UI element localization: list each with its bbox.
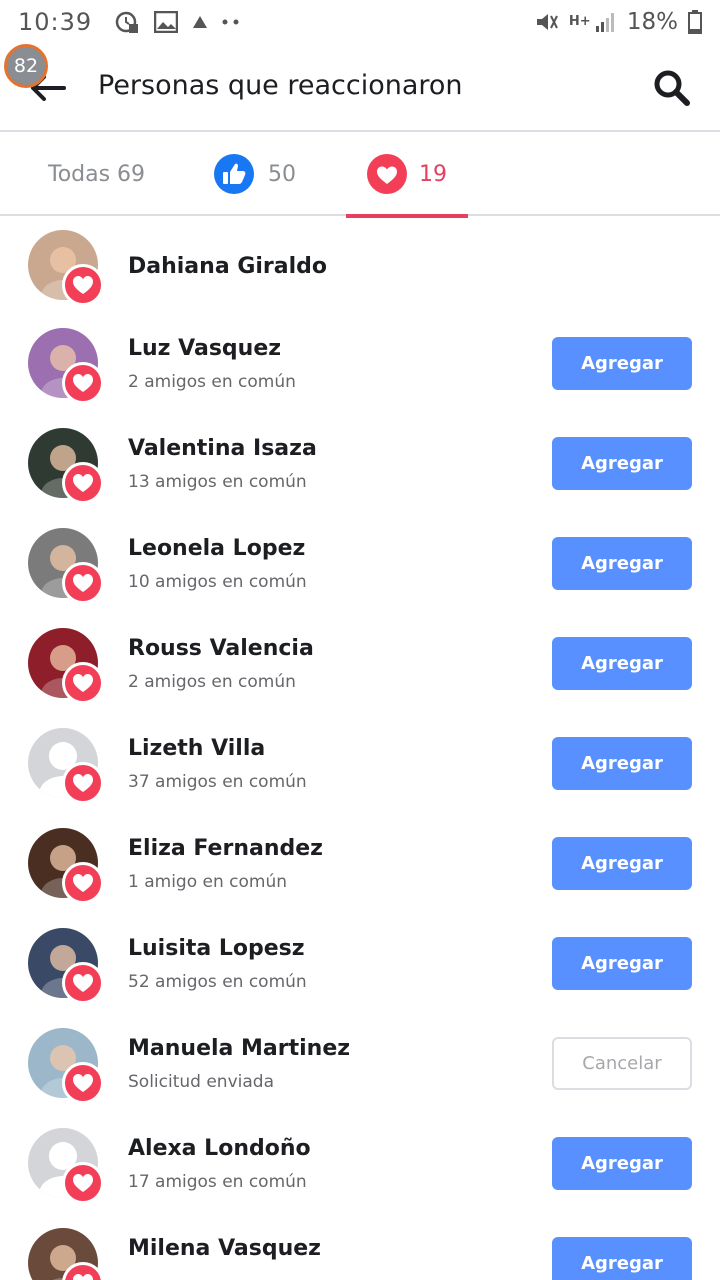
- add-friend-button[interactable]: Agregar: [552, 1137, 692, 1190]
- heart-icon: [73, 374, 93, 392]
- heart-icon: [73, 774, 93, 792]
- heart-icon: [73, 276, 93, 294]
- tab-love[interactable]: 19: [346, 132, 468, 218]
- mutual-friends-text: 2 amigos en común: [128, 672, 296, 692]
- heart-icon: [73, 474, 93, 492]
- heart-icon: [73, 1074, 93, 1092]
- tab-all-label: Todas 69: [48, 161, 146, 187]
- heart-icon: [73, 974, 93, 992]
- notification-count-badge[interactable]: 82: [4, 44, 48, 88]
- person-row[interactable]: Lizeth Villa 37 amigos en común Agregar: [0, 714, 720, 814]
- heart-icon: [73, 1174, 93, 1192]
- heart-icon: [73, 574, 93, 592]
- love-reaction-badge: [62, 1162, 104, 1204]
- add-friend-button[interactable]: Agregar: [552, 637, 692, 690]
- reaction-tabs: Todas 69 50 19: [0, 132, 720, 218]
- person-row[interactable]: Rouss Valencia 2 amigos en común Agregar: [0, 614, 720, 714]
- alarm-icon: [115, 11, 139, 33]
- status-time: 10:39: [18, 8, 93, 36]
- person-name[interactable]: Eliza Fernandez: [128, 836, 323, 861]
- mutual-friends-text: 17 amigos en común: [128, 1172, 307, 1192]
- tab-love-count: 19: [419, 161, 447, 187]
- add-friend-button[interactable]: Agregar: [552, 537, 692, 590]
- add-friend-button[interactable]: Agregar: [552, 337, 692, 390]
- love-reaction-badge: [62, 462, 104, 504]
- status-bar: 10:39 H+ 18%: [0, 0, 720, 44]
- love-reaction-badge: [62, 662, 104, 704]
- battery-percent: 18%: [626, 9, 678, 35]
- person-name[interactable]: Luisita Lopesz: [128, 936, 305, 961]
- mutual-friends-text: 10 amigos en común: [128, 572, 307, 592]
- alert-icon: [193, 16, 208, 28]
- tab-all[interactable]: Todas 69: [48, 132, 145, 216]
- tab-like[interactable]: 50: [214, 132, 296, 216]
- person-name[interactable]: Manuela Martinez: [128, 1036, 350, 1061]
- person-row[interactable]: Manuela Martinez Solicitud enviada Cancela…: [0, 1014, 720, 1114]
- love-reaction-badge: [62, 562, 104, 604]
- heart-icon: [73, 874, 93, 892]
- add-friend-button[interactable]: Agregar: [552, 437, 692, 490]
- love-reaction-badge: [62, 264, 104, 306]
- person-name[interactable]: Dahiana Giraldo: [128, 254, 327, 279]
- love-reaction-badge: [62, 862, 104, 904]
- add-friend-button[interactable]: Agregar: [552, 937, 692, 990]
- mute-icon: [536, 14, 558, 30]
- mutual-friends-text: 52 amigos en común: [128, 972, 307, 992]
- love-reaction-badge: [62, 762, 104, 804]
- person-row[interactable]: Eliza Fernandez 1 amigo en común Agregar: [0, 814, 720, 914]
- mutual-friends-text: 2 amigos en común: [128, 372, 296, 392]
- person-name[interactable]: Rouss Valencia: [128, 636, 314, 661]
- person-row[interactable]: Luz Vasquez 2 amigos en común Agregar: [0, 314, 720, 414]
- person-row[interactable]: Luisita Lopesz 52 amigos en común Agregar: [0, 914, 720, 1014]
- tab-like-count: 50: [268, 161, 296, 187]
- person-row[interactable]: Valentina Isaza 13 amigos en común Agregar: [0, 414, 720, 514]
- person-name[interactable]: Valentina Isaza: [128, 436, 317, 461]
- love-reaction-badge: [62, 962, 104, 1004]
- page-title: Personas que reaccionaron: [98, 70, 463, 101]
- person-name[interactable]: Leonela Lopez: [128, 536, 305, 561]
- love-reaction-badge: [62, 1062, 104, 1104]
- reactions-list: Dahiana Giraldo Luz Vasquez 2 amigos en co…: [0, 218, 720, 1280]
- person-row[interactable]: Dahiana Giraldo: [0, 218, 720, 314]
- add-friend-button[interactable]: Agregar: [552, 837, 692, 890]
- search-icon[interactable]: [652, 68, 690, 106]
- cancel-request-button[interactable]: Cancelar: [552, 1037, 692, 1090]
- mutual-friends-text: 37 amigos en común: [128, 772, 307, 792]
- person-name[interactable]: Alexa Londoño: [128, 1136, 311, 1161]
- heart-icon: [73, 674, 93, 692]
- love-reaction-badge: [62, 362, 104, 404]
- heart-icon: [73, 1274, 93, 1280]
- battery-icon: [688, 10, 702, 34]
- signal-icon: [595, 13, 614, 32]
- like-icon: [214, 154, 254, 194]
- person-row[interactable]: Leonela Lopez 10 amigos en común Agregar: [0, 514, 720, 614]
- mutual-friends-text: 1 amigo en común: [128, 872, 288, 892]
- person-row[interactable]: Milena Vasquez Agregar: [0, 1214, 720, 1280]
- add-friend-button[interactable]: Agregar: [552, 737, 692, 790]
- person-row[interactable]: Alexa Londoño 17 amigos en común Agregar: [0, 1114, 720, 1214]
- more-dots-icon: [222, 19, 239, 25]
- mutual-friends-text: Solicitud enviada: [128, 1072, 274, 1092]
- mutual-friends-text: 13 amigos en común: [128, 472, 307, 492]
- person-name[interactable]: Milena Vasquez: [128, 1236, 321, 1261]
- person-name[interactable]: Lizeth Villa: [128, 736, 265, 761]
- network-type: H+: [568, 14, 591, 29]
- add-friend-button[interactable]: Agregar: [552, 1237, 692, 1280]
- person-name[interactable]: Luz Vasquez: [128, 336, 281, 361]
- love-icon: [367, 154, 407, 194]
- app-header: 82 Personas que reaccionaron: [0, 44, 720, 132]
- image-icon: [154, 11, 179, 33]
